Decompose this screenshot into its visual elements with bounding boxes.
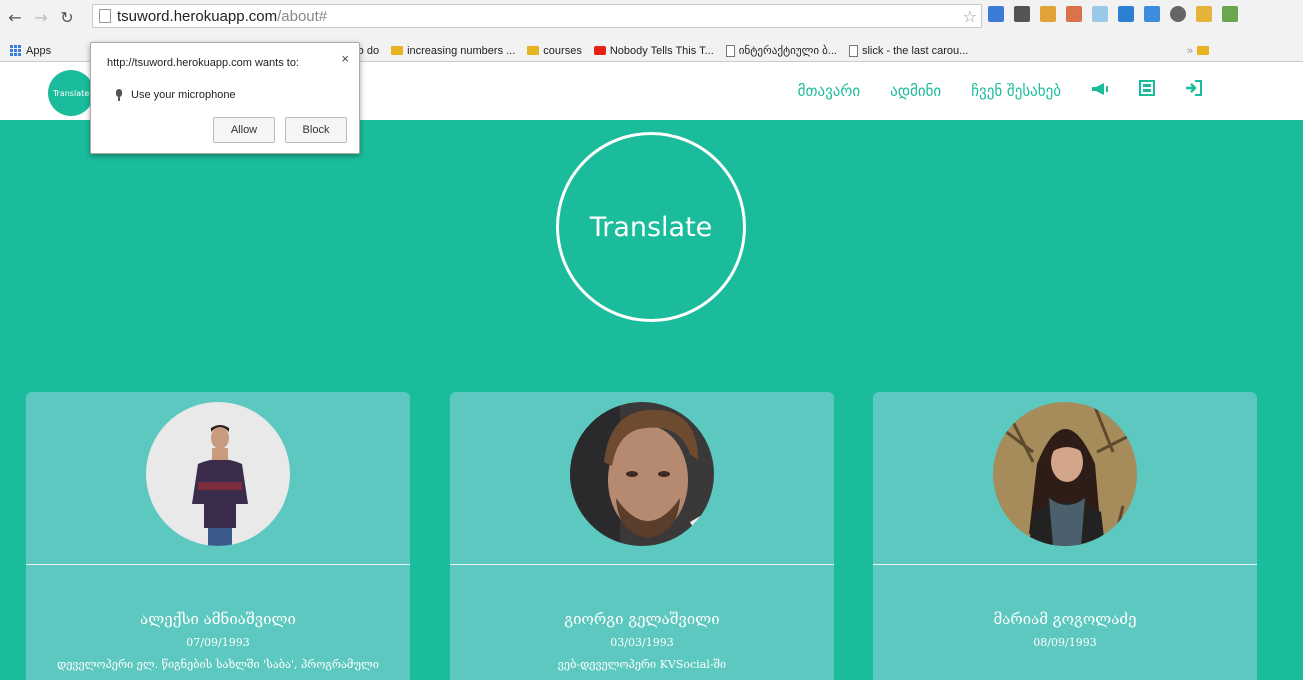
extension-gear-icon[interactable] xyxy=(1170,6,1186,22)
card-date: 07/09/1993 xyxy=(186,636,250,649)
bookmark-increasing-numbers[interactable]: increasing numbers ... xyxy=(389,42,521,60)
extension-face-icon[interactable] xyxy=(1196,6,1212,22)
card-date: 03/03/1993 xyxy=(610,636,674,649)
nav-buttons: ← → ↻ xyxy=(6,6,76,28)
extension-check-icon[interactable] xyxy=(1222,6,1238,22)
team-card: მარიამ გოგოლაძე 08/09/1993 xyxy=(873,392,1257,680)
page-icon xyxy=(725,44,735,57)
nav-about[interactable]: ჩვენ შესახებ xyxy=(971,82,1061,100)
team-card: ალექსი ამნიაშვილი 07/09/1993 დეველოპერი … xyxy=(26,392,410,680)
overflow-chevron-icon: » xyxy=(1186,44,1193,57)
popup-request: Use your microphone xyxy=(115,89,236,101)
folder-icon xyxy=(1197,46,1209,55)
url-path: /about# xyxy=(277,7,328,25)
microphone-permission-popup: http://tsuword.herokuapp.com wants to: ×… xyxy=(90,42,360,154)
popup-title: http://tsuword.herokuapp.com wants to: xyxy=(107,57,299,69)
address-bar[interactable]: tsuword.herokuapp.com/about# ☆ xyxy=(92,4,982,28)
avatar xyxy=(993,402,1137,546)
site-logo[interactable]: Translate xyxy=(48,70,94,116)
bookmark-apps[interactable]: Apps xyxy=(8,42,57,60)
card-description: დეველოპერი ელ. წიგნების სახლში 'საბა', პ… xyxy=(57,658,379,671)
hero-title: Translate xyxy=(556,132,746,322)
microphone-icon xyxy=(115,89,123,101)
allow-button[interactable]: Allow xyxy=(213,117,275,143)
card-description: ვებ-დეველოპერი KVSocial-ში xyxy=(557,658,727,671)
bookmark-star-icon[interactable]: ☆ xyxy=(963,7,977,26)
film-icon[interactable] xyxy=(1139,80,1155,101)
bookmark-label: Nobody Tells This T... xyxy=(609,44,714,57)
bookmark-nobody-tells[interactable]: Nobody Tells This T... xyxy=(592,42,720,60)
extension-play-icon[interactable] xyxy=(1118,6,1134,22)
folder-icon xyxy=(527,46,540,55)
page-icon xyxy=(848,44,858,57)
bookmark-label: ინტერაქტიული ბ... xyxy=(738,45,837,57)
megaphone-icon[interactable] xyxy=(1091,81,1109,101)
extension-cast-icon[interactable] xyxy=(1014,6,1030,22)
bookmark-courses[interactable]: courses xyxy=(525,42,588,60)
other-bookmarks[interactable]: » xyxy=(1185,42,1215,60)
card-divider xyxy=(873,564,1257,565)
page-icon xyxy=(99,9,111,23)
card-divider xyxy=(450,564,834,565)
bookmark-interactive[interactable]: ინტერაქტიული ბ... xyxy=(724,42,843,60)
extension-hammer-icon[interactable] xyxy=(1066,6,1082,22)
bookmark-label: increasing numbers ... xyxy=(407,44,516,57)
nav-admin[interactable]: ადმინი xyxy=(890,82,941,100)
bookmark-label: courses xyxy=(543,44,582,57)
nav-home[interactable]: მთავარი xyxy=(798,82,860,100)
back-arrow-icon[interactable]: ← xyxy=(6,8,24,27)
block-button[interactable]: Block xyxy=(285,117,347,143)
card-divider xyxy=(26,564,410,565)
browser-toolbar: ← → ↻ tsuword.herokuapp.com/about# ☆ xyxy=(0,0,1303,40)
close-icon[interactable]: × xyxy=(341,51,349,66)
folder-icon xyxy=(391,46,404,55)
extension-window-icon[interactable] xyxy=(1144,6,1160,22)
card-date: 08/09/1993 xyxy=(1033,636,1097,649)
bookmark-label: slick - the last carou... xyxy=(861,44,969,57)
avatar xyxy=(146,402,290,546)
team-card: გიორგი გელაშვილი 03/03/1993 ვებ-დეველოპე… xyxy=(450,392,834,680)
popup-request-text: Use your microphone xyxy=(131,89,236,101)
forward-arrow-icon[interactable]: → xyxy=(32,8,50,27)
youtube-icon xyxy=(593,46,606,55)
card-name: მარიამ გოგოლაძე xyxy=(993,610,1137,628)
card-name: ალექსი ამნიაშვილი xyxy=(140,610,296,628)
extension-blue-icon[interactable] xyxy=(1092,6,1108,22)
main-nav: მთავარი ადმინი ჩვენ შესახებ xyxy=(798,80,1203,101)
sign-in-icon[interactable] xyxy=(1185,80,1203,101)
url-host: tsuword.herokuapp.com xyxy=(117,7,278,25)
bookmark-label: Apps xyxy=(26,44,52,57)
avatar xyxy=(570,402,714,546)
extensions xyxy=(988,6,1238,22)
apps-icon xyxy=(10,44,22,57)
extension-pen-icon[interactable] xyxy=(988,6,1004,22)
card-name: გიორგი გელაშვილი xyxy=(564,610,720,628)
bookmark-slick[interactable]: slick - the last carou... xyxy=(847,42,974,60)
reload-icon[interactable]: ↻ xyxy=(58,8,76,27)
extension-formula-icon[interactable] xyxy=(1040,6,1056,22)
